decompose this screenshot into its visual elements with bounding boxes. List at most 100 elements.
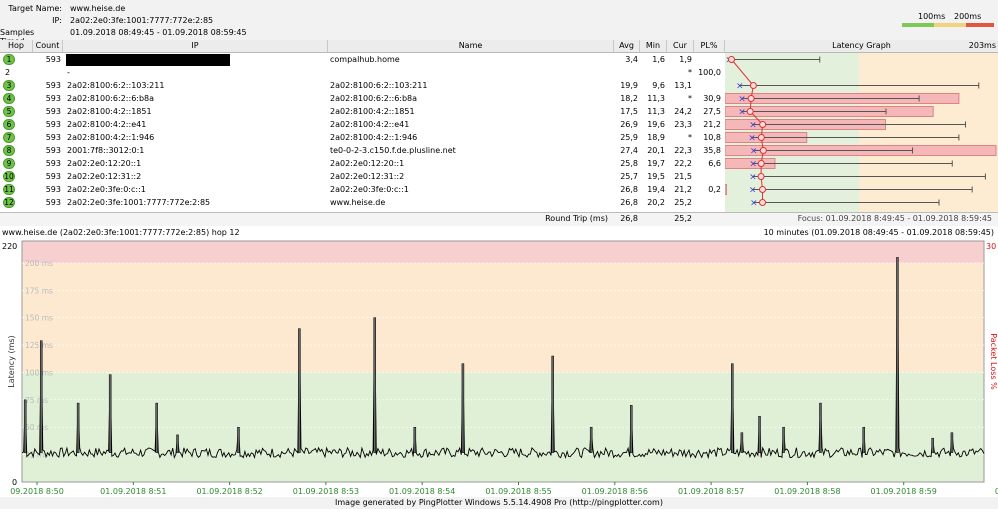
hop-count: 593 [45, 94, 61, 103]
hop-pl: 10,8 [703, 133, 721, 142]
hop-number-badge: 5 [3, 106, 15, 117]
table-row[interactable]: 6 593 2a02:8100:4:2::e41 2a02:8100:4:2::e41… [0, 118, 725, 131]
hop-number-badge: 12 [3, 197, 15, 208]
packet-loss-axis-max-label: 30 [986, 242, 996, 251]
latency-spike [931, 437, 934, 453]
round-trip-row: Round Trip (ms) 26,8 25,2 Focus: 01.09.2… [0, 212, 998, 226]
hop-min: 11,3 [647, 94, 665, 103]
table-row[interactable]: 5 593 2a02:8100:4:2::1851 2a02:8100:4:2::18… [0, 105, 725, 118]
col-hop[interactable]: Hop [0, 40, 33, 53]
hop-count [33, 66, 61, 79]
hop-ip: 2a02:8100:6:2::6:b8a [67, 94, 155, 103]
table-row[interactable]: 10 593 2a02:2e0:12:31::2 2a02:2e0:12:31::2 2… [0, 170, 725, 183]
latency-spike [862, 426, 865, 453]
table-row[interactable]: 7 593 2a02:8100:4:2::1:946 2a02:8100:4:2::1… [0, 131, 725, 144]
hop-number-badge: 9 [3, 158, 15, 169]
latency-spike [373, 317, 376, 453]
avg-latency-point [747, 95, 755, 102]
latency-spike [630, 405, 633, 453]
x-tick-label: 01.09.2018 8:59 [871, 487, 937, 496]
x-tick-label: 01.09.2018 8:53 [293, 487, 359, 496]
y-tick-label: 100 ms [25, 368, 53, 377]
ip-value: 2a02:2e0:3fe:1001:7777:772e:2:85 [70, 16, 214, 25]
y-tick-label: 175 ms [25, 286, 53, 295]
hop-count: 593 [45, 146, 61, 155]
hop-name: 2a02:2e0:12:31::2 [330, 172, 405, 181]
y-tick-label: 50 ms [25, 423, 48, 432]
col-pl[interactable]: PL% [694, 40, 725, 53]
x-tick-label: 01.09.2018 8:54 [389, 487, 455, 496]
hop-pl: 21,2 [703, 120, 721, 129]
col-count[interactable]: Count [33, 40, 63, 53]
y-tick-label: 75 ms [25, 396, 48, 405]
table-row[interactable]: 4 593 2a02:8100:6:2::6:b8a 2a02:8100:6:2::6… [0, 92, 725, 105]
latency-spike [950, 432, 954, 453]
x-tick-label: 01.09.2018 8:56 [582, 487, 648, 496]
min-latency-marker: × [749, 186, 757, 196]
hop-avg: 27,4 [620, 146, 638, 155]
min-latency-marker: × [736, 82, 744, 92]
hop-min: 19,5 [647, 172, 665, 181]
hop-cur: 24,2 [674, 107, 692, 116]
latency-spike [23, 399, 27, 453]
table-row[interactable]: 9 593 2a02:2e0:12:20::1 2a02:2e0:12:20::1 25… [0, 157, 725, 170]
hop-ip: 2a02:8100:6:2::103:211 [67, 81, 165, 90]
hop-min: 9,6 [652, 81, 665, 90]
col-min[interactable]: Min [640, 40, 667, 53]
hop-count: 593 [45, 198, 61, 207]
hop-count: 593 [45, 185, 61, 194]
round-trip-label: Round Trip (ms) [545, 214, 608, 223]
y-tick-label: 150 ms [25, 314, 53, 323]
hop-cur: * [688, 68, 692, 77]
table-row[interactable]: 1 593 compalhub.home 3,4 1,6 1,9 [0, 53, 725, 66]
latency-zone-red [22, 241, 984, 263]
x-tick-label: 01.09.2018 8:55 [485, 487, 551, 496]
hop-avg: 3,4 [625, 55, 638, 64]
min-latency-marker: × [749, 121, 757, 131]
latency-graph-max-label: 203ms [968, 41, 996, 50]
min-latency-marker: × [750, 199, 758, 209]
generated-by-caption: Image generated by PingPlotter Windows 5… [0, 497, 998, 509]
hop-pl [694, 196, 721, 209]
hop-count: 593 [45, 120, 61, 129]
col-avg[interactable]: Avg [614, 40, 640, 53]
hop-cur: 21,5 [674, 172, 692, 181]
avg-latency-point [757, 160, 765, 167]
packet-loss-bar [725, 184, 728, 195]
trace-table: Hop Count IP Name Avg Min Cur PL% Latenc… [0, 40, 998, 226]
latency-timeline-chart[interactable]: 200 ms 175 ms 150 ms 125 ms 100 ms 75 ms 50 ms… [0, 239, 998, 497]
hop-number-badge: 1 [3, 54, 15, 65]
x-tick-label: 01.09.2018 8:52 [196, 487, 262, 496]
table-row[interactable]: 2 - * 100,0 [0, 66, 725, 79]
latency-spike [731, 363, 734, 453]
latency-spike [237, 426, 240, 453]
scale-200ms-label: 200ms [954, 12, 982, 21]
hop-pl: 27,5 [703, 107, 721, 116]
table-row[interactable]: 12 593 2a02:2e0:3fe:1001:7777:772e:2:85 www… [0, 196, 725, 209]
hop-number-badge: 6 [3, 119, 15, 130]
min-latency-marker: × [749, 160, 757, 170]
hop-cur: 1,9 [679, 55, 692, 64]
hop-name: 2a02:8100:4:2::1851 [330, 107, 415, 116]
latency-spike [819, 402, 822, 453]
hop-name: 2a02:2e0:3fe:0:c::1 [330, 185, 409, 194]
latency-spike [461, 363, 465, 453]
table-row[interactable]: 8 593 2001:7f8::3012:0:1 te0-0-2-3.c150.f.d… [0, 144, 725, 157]
hop-pl [694, 53, 721, 66]
col-latency-graph[interactable]: Latency Graph 203ms [725, 40, 998, 53]
hop-number-badge: 10 [3, 171, 15, 182]
table-row[interactable]: 3 593 2a02:8100:6:2::103:211 2a02:8100:6:2:… [0, 79, 725, 92]
x-tick-label: 01.09.2018 8:58 [774, 487, 840, 496]
hop-ip: 2a02:8100:4:2::e41 [67, 120, 147, 129]
col-ip[interactable]: IP [63, 40, 328, 53]
min-latency-marker: × [738, 108, 746, 118]
hop-name: 2a02:2e0:12:20::1 [330, 159, 405, 168]
latency-graph-overlay: ××××××××××× [725, 56, 997, 209]
min-latency-marker: × [750, 147, 758, 157]
col-name[interactable]: Name [328, 40, 614, 53]
table-row[interactable]: 11 593 2a02:2e0:3fe:0:c::1 2a02:2e0:3fe:0:c… [0, 183, 725, 196]
hop-count: 593 [45, 159, 61, 168]
latency-spike [155, 402, 158, 453]
col-cur[interactable]: Cur [667, 40, 694, 53]
avg-latency-point [759, 121, 767, 128]
